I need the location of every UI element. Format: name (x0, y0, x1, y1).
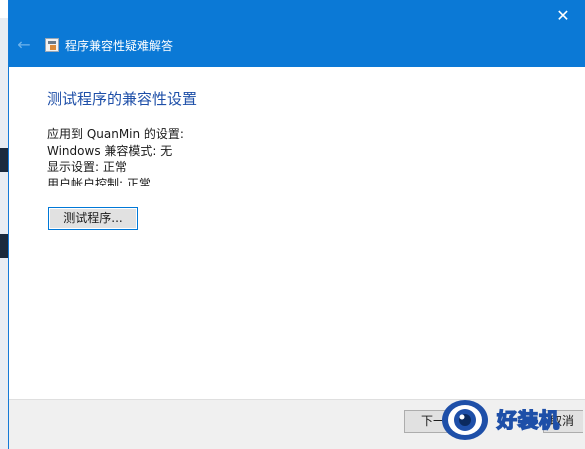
page-heading: 测试程序的兼容性设置 (47, 90, 198, 108)
title-bar: ✕ ← 程序兼容性疑难解答 (9, 0, 585, 67)
background-window-edge (0, 148, 8, 172)
watermark-text: 好装机 (496, 407, 560, 433)
settings-summary: 应用到 QuanMin 的设置: Windows 兼容模式: 无 显示设置: 正… (47, 126, 347, 186)
settings-line-compat-mode: Windows 兼容模式: 无 (47, 143, 173, 158)
settings-line-applied-to: 应用到 QuanMin 的设置: (47, 127, 184, 141)
close-icon: ✕ (556, 6, 570, 25)
desktop-background-strip (0, 0, 8, 449)
window-title: 程序兼容性疑难解答 (65, 39, 174, 53)
back-button[interactable]: ← (15, 36, 33, 54)
settings-line-uac: 用户帐户控制: 正常 (47, 176, 151, 187)
compatibility-troubleshooter-window: ✕ ← 程序兼容性疑难解答 测试程序的兼容性设置 应用到 QuanMin 的设置… (8, 0, 585, 449)
desktop-background-top (0, 0, 8, 18)
close-button[interactable]: ✕ (553, 6, 573, 26)
background-window-edge (0, 234, 8, 258)
watermark: 好装机 (441, 398, 585, 442)
test-program-button[interactable]: 测试程序... (48, 207, 138, 230)
settings-line-display: 显示设置: 正常 (47, 160, 127, 174)
watermark-eye-logo-icon (442, 400, 488, 440)
back-arrow-icon: ← (17, 35, 31, 54)
troubleshooter-app-icon (45, 38, 59, 52)
